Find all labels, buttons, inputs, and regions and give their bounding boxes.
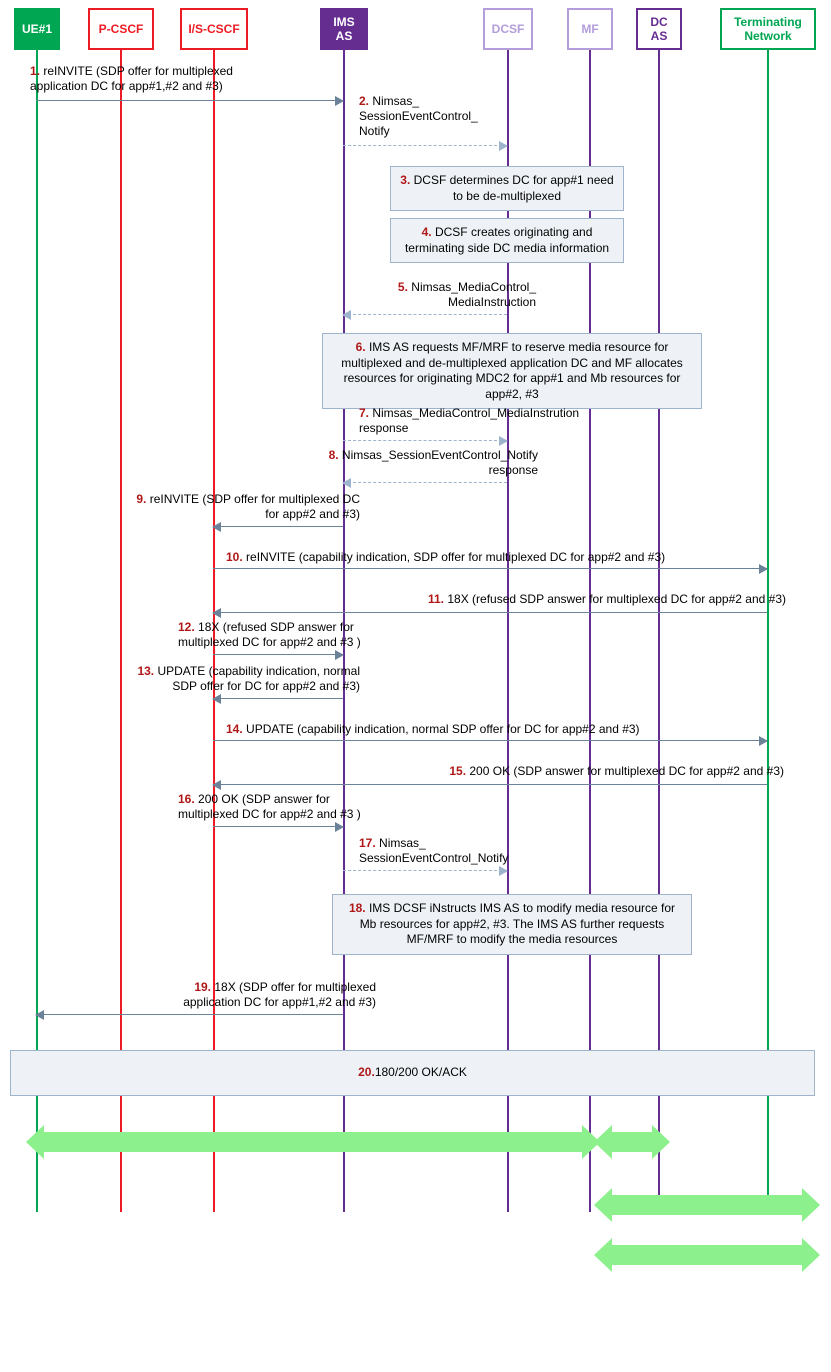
lifeline-term	[767, 50, 769, 1212]
media-flow-2	[612, 1132, 652, 1152]
note-step18: 18. IMS DCSF iNstructs IMS AS to modify …	[332, 894, 692, 955]
label-step5: 5. Nimsas_MediaControl_ MediaInstruction	[366, 280, 536, 310]
participant-mf: MF	[567, 8, 613, 50]
label-step11: 11. 18X (refused SDP answer for multiple…	[406, 592, 786, 607]
arrow-step12	[213, 654, 343, 655]
arrow-step5	[343, 314, 507, 315]
participant-pcscf: P-CSCF	[88, 8, 154, 50]
lifeline-dcas	[658, 50, 660, 1212]
arrow-step9	[213, 526, 343, 527]
arrow-step15	[213, 784, 767, 785]
label-step14: 14. UPDATE (capability indication, norma…	[226, 722, 686, 737]
note-step4: 4. DCSF creates originating and terminat…	[390, 218, 624, 263]
arrow-step1	[36, 100, 343, 101]
participant-ue1: UE#1	[14, 8, 60, 50]
arrow-step10	[213, 568, 767, 569]
note-step20: 20. 180/200 OK/ACK	[10, 1050, 815, 1096]
label-step7: 7. Nimsas_MediaControl_MediaInstrution r…	[359, 406, 599, 436]
participant-dcsf: DCSF	[483, 8, 533, 50]
participant-dcas: DC AS	[636, 8, 682, 50]
participant-imsas: IMS AS	[320, 8, 368, 50]
media-flow-3	[612, 1195, 802, 1215]
label-step9: 9. reINVITE (SDP offer for multiplexed D…	[130, 492, 360, 522]
label-step1: 1. reINVITE (SDP offer for multiplexed a…	[30, 64, 290, 94]
label-step12: 12. 18X (refused SDP answer for multiple…	[178, 620, 388, 650]
arrow-step14	[213, 740, 767, 741]
arrow-step19	[36, 1014, 343, 1015]
lifeline-pcscf	[120, 50, 122, 1212]
lifeline-ue1	[36, 50, 38, 1212]
note-step6: 6. IMS AS requests MF/MRF to reserve med…	[322, 333, 702, 409]
media-flow-4	[612, 1245, 802, 1265]
label-step8: 8. Nimsas_SessionEventControl_Notify res…	[280, 448, 538, 478]
sequence-diagram: UE#1 P-CSCF I/S-CSCF IMS AS DCSF MF DC A…	[0, 0, 831, 1372]
label-step16: 16. 200 OK (SDP answer for multiplexed D…	[178, 792, 388, 822]
note-step3: 3. DCSF determines DC for app#1 need to …	[390, 166, 624, 211]
arrow-step16	[213, 826, 343, 827]
label-step15: 15. 200 OK (SDP answer for multiplexed D…	[414, 764, 784, 779]
arrow-step2	[343, 145, 507, 146]
media-flow-1	[44, 1132, 582, 1152]
arrow-step8	[343, 482, 507, 483]
label-step10: 10. reINVITE (capability indication, SDP…	[226, 550, 706, 565]
arrow-step11	[213, 612, 767, 613]
label-step2: 2. Nimsas_ SessionEventControl_ Notify	[359, 94, 509, 139]
participant-term: Terminating Network	[720, 8, 816, 50]
label-step17: 17. Nimsas_ SessionEventControl_Notify	[359, 836, 539, 866]
arrow-step17	[343, 870, 507, 871]
label-step13: 13. UPDATE (capability indication, norma…	[110, 664, 360, 694]
label-step19: 19. 18X (SDP offer for multiplexed appli…	[156, 980, 376, 1010]
participant-iscscf: I/S-CSCF	[180, 8, 248, 50]
arrow-step7	[343, 440, 507, 441]
arrow-step13	[213, 698, 343, 699]
